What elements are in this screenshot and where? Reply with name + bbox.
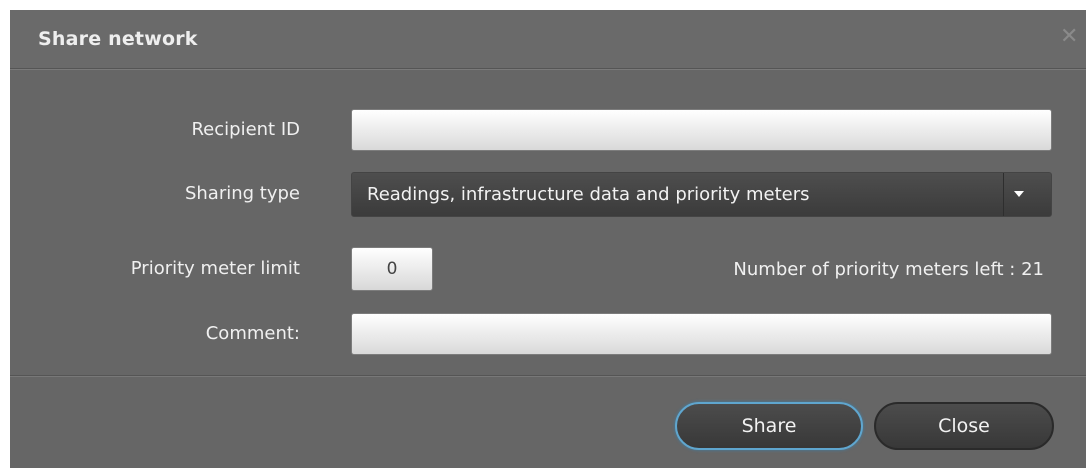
sharing-type-value: Readings, infrastructure data and priori… — [367, 184, 810, 205]
sharing-type-select[interactable]: Readings, infrastructure data and priori… — [351, 172, 1052, 217]
chevron-down-icon[interactable] — [1014, 191, 1024, 197]
title-bar: Share network ✕ — [10, 10, 1086, 68]
close-button[interactable]: Close — [874, 402, 1054, 450]
share-button[interactable]: Share — [675, 402, 863, 450]
priority-meters-left-text: Number of priority meters left : 21 — [733, 259, 1044, 280]
recipient-id-label: Recipient ID — [191, 119, 300, 140]
recipient-id-input[interactable] — [351, 109, 1052, 151]
close-icon[interactable]: ✕ — [1060, 26, 1078, 48]
select-separator — [1003, 173, 1004, 216]
comment-label: Comment: — [205, 323, 300, 344]
footer-divider — [10, 375, 1086, 377]
title-divider — [10, 68, 1086, 70]
sharing-type-label: Sharing type — [184, 183, 300, 204]
comment-input[interactable] — [351, 313, 1052, 355]
priority-meter-limit-label: Priority meter limit — [130, 258, 300, 279]
dialog-title: Share network — [38, 28, 198, 50]
share-network-dialog: Share network ✕ Recipient ID Sharing typ… — [10, 10, 1086, 468]
priority-meter-limit-input[interactable] — [351, 247, 433, 291]
